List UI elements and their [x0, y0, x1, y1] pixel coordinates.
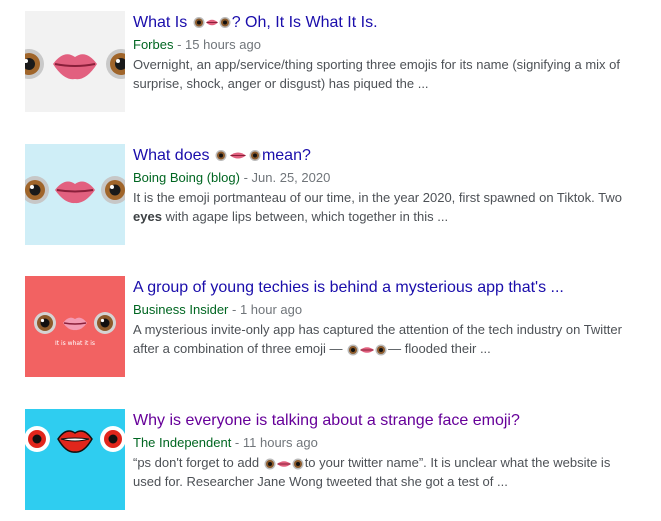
meta-separator: - [239, 170, 252, 185]
eyes-lips-illustration [25, 276, 125, 377]
result-time: Jun. 25, 2020 [251, 170, 331, 185]
result-thumbnail-eyes-lips[interactable] [25, 409, 125, 510]
snippet-highlight: eyes [133, 209, 162, 224]
result-snippet: Overnight, an app/service/thing sporting… [133, 57, 621, 91]
result-source: Business Insider [133, 302, 229, 317]
result-snippet: “ps don't forget to add to your twitter … [133, 455, 611, 489]
news-result-forbes: What Is ? Oh, It Is What It Is. Forbes -… [25, 11, 655, 112]
result-time: 11 hours ago [242, 435, 318, 450]
meta-separator: - [228, 302, 240, 317]
meta-separator: - [231, 435, 243, 450]
result-meta: Boing Boing (blog) - Jun. 25, 2020 [133, 169, 653, 187]
result-meta: The Independent - 11 hours ago [133, 434, 653, 452]
result-source: Boing Boing (blog) [133, 170, 240, 185]
eyes-lips-emoji-icon [193, 16, 231, 29]
eyes-lips-emoji-icon [215, 149, 261, 162]
news-result-business-insider: It is what it is A group of young techie… [25, 276, 655, 377]
result-meta: Forbes - 15 hours ago [133, 36, 653, 54]
eyes-lips-illustration [25, 144, 125, 245]
result-title-link[interactable]: What does mean? [133, 146, 653, 166]
result-thumbnail-eyes-lips[interactable]: It is what it is [25, 276, 125, 377]
eyes-lips-illustration [25, 409, 125, 510]
result-snippet: It is the emoji portmanteau of our time,… [133, 190, 622, 224]
result-snippet: A mysterious invite-only app has capture… [133, 322, 622, 356]
result-title-link[interactable]: What Is ? Oh, It Is What It Is. [133, 13, 653, 33]
search-results: What Is ? Oh, It Is What It Is. Forbes -… [0, 0, 661, 521]
result-time: 15 hours ago [185, 37, 261, 52]
meta-separator: - [173, 37, 186, 52]
result-title-link[interactable]: A group of young techies is behind a mys… [133, 278, 653, 298]
news-result-independent: Why is everyone is talking about a stran… [25, 409, 655, 510]
eyes-lips-emoji-icon [264, 458, 304, 470]
result-thumbnail-eyes-lips[interactable] [25, 144, 125, 245]
eyes-lips-illustration [25, 11, 125, 112]
result-thumbnail-eyes-lips[interactable] [25, 11, 125, 112]
news-result-boing-boing: What does mean? Boing Boing (blog) - Jun… [25, 144, 655, 245]
thumbnail-caption: It is what it is [54, 340, 96, 347]
result-time: 1 hour ago [239, 302, 303, 317]
eyes-lips-emoji-icon [347, 344, 387, 356]
result-source: The Independent [133, 435, 232, 450]
result-title-link[interactable]: Why is everyone is talking about a stran… [133, 411, 653, 431]
result-meta: Business Insider - 1 hour ago [133, 301, 653, 319]
result-source: Forbes [133, 37, 174, 52]
